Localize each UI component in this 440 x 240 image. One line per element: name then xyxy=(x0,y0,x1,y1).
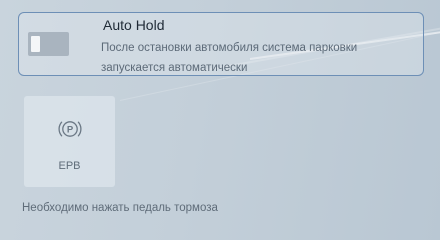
auto-hold-title: Auto Hold xyxy=(103,17,165,33)
epb-button[interactable]: P EPB xyxy=(24,96,115,187)
brake-pedal-hint: Необходимо нажать педаль тормоза xyxy=(22,202,218,214)
auto-hold-toggle[interactable] xyxy=(28,32,69,56)
toggle-knob xyxy=(31,36,40,52)
epb-label: EPB xyxy=(58,160,81,172)
auto-hold-card[interactable]: Auto Hold После остановки автомобиля сис… xyxy=(18,12,424,76)
auto-hold-description: После остановки автомобиля система парко… xyxy=(101,42,358,74)
parking-brake-icon: P xyxy=(58,121,82,137)
svg-text:P: P xyxy=(67,125,74,136)
